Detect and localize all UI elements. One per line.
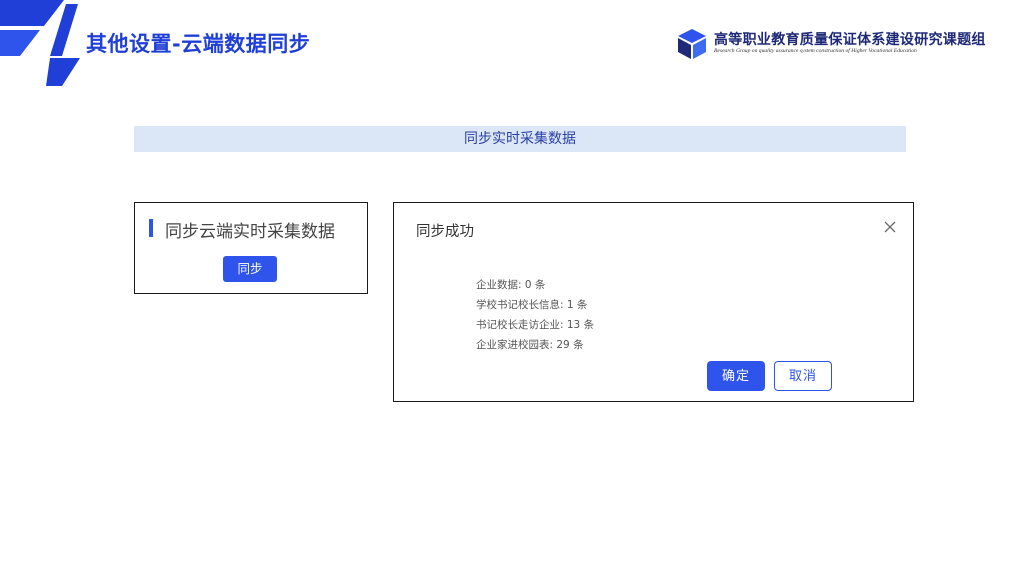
close-icon[interactable] [883,220,897,234]
page-title: 其他设置-云端数据同步 [86,32,311,56]
section-banner: 同步实时采集数据 [134,126,906,152]
confirm-button[interactable]: 确定 [707,361,765,391]
sync-result-dialog: 同步成功 企业数据: 0 条 学校书记校长信息: 1 条 书记校长走访企业: 1… [393,202,914,402]
result-row-entrepreneur-campus: 企业家进校园表: 29 条 [476,339,584,351]
dialog-title: 同步成功 [416,224,474,240]
org-name: 高等职业教育质量保证体系建设研究课题组 [714,32,986,48]
cancel-button[interactable]: 取消 [774,361,832,391]
heading-accent-bar [149,219,153,237]
corner-logo-shape [0,0,80,86]
result-list: 企业数据: 0 条 学校书记校长信息: 1 条 书记校长走访企业: 13 条 企… [476,275,594,355]
sync-button[interactable]: 同步 [223,256,277,282]
sync-panel-heading: 同步云端实时采集数据 [165,222,335,242]
cube-icon [678,29,706,59]
result-row-principal-info: 学校书记校长信息: 1 条 [476,299,588,311]
org-subtitle: Research Group on quality assurance syst… [714,48,917,54]
sync-panel: 同步云端实时采集数据 同步 [134,202,368,294]
org-logo: 高等职业教育质量保证体系建设研究课题组 Research Group on qu… [676,27,996,61]
result-row-enterprise: 企业数据: 0 条 [476,279,546,291]
result-row-enterprise-visits: 书记校长走访企业: 13 条 [476,319,595,331]
